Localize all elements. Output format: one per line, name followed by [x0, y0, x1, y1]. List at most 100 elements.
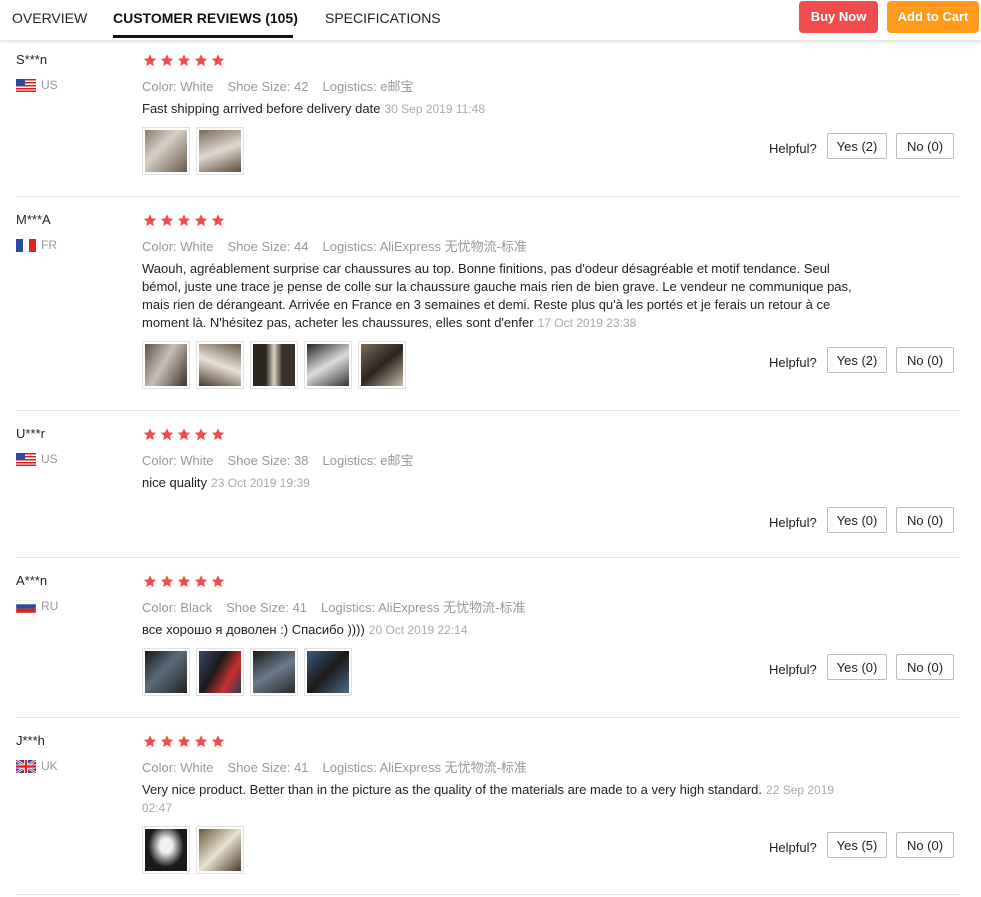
review-text: все хорошо я доволен :) Спасибо ))))	[142, 622, 365, 637]
country-code: US	[41, 452, 58, 466]
review-photo[interactable]	[142, 127, 190, 175]
active-tab-indicator	[113, 35, 293, 38]
star-icon	[143, 54, 157, 67]
tab-bar: OVERVIEW CUSTOMER REVIEWS (105) SPECIFIC…	[0, 0, 981, 40]
review-photo[interactable]	[196, 826, 244, 874]
helpful-yes-button[interactable]: Yes (0)	[827, 654, 887, 680]
review-date: 23 Oct 2019 19:39	[211, 476, 310, 490]
reviewer-country: UK	[16, 759, 58, 773]
helpful-no-button[interactable]: No (0)	[896, 654, 954, 680]
star-icon	[160, 214, 174, 227]
helpful-no-button[interactable]: No (0)	[896, 347, 954, 373]
star-icon	[177, 214, 191, 227]
review-photos	[142, 341, 406, 389]
reviewer-name: S***n	[16, 52, 48, 67]
star-rating	[142, 213, 226, 228]
review-size: Shoe Size: 41	[227, 760, 309, 775]
review-logistics: Logistics: e邮宝	[322, 453, 414, 468]
helpful-no-button[interactable]: No (0)	[896, 832, 954, 858]
reviewer-country: FR	[16, 238, 57, 252]
star-icon	[143, 214, 157, 227]
star-icon	[194, 214, 208, 227]
review-divider	[16, 410, 960, 411]
review-divider	[16, 894, 960, 895]
add-to-cart-button[interactable]: Add to Cart	[887, 1, 979, 33]
us-flag-icon	[16, 452, 36, 466]
review-photo[interactable]	[304, 648, 352, 696]
review-photo[interactable]	[196, 127, 244, 175]
review-text: Waouh, agréablement surprise car chaussu…	[142, 261, 852, 330]
helpful-label: Helpful?	[769, 515, 817, 530]
star-icon	[211, 575, 225, 588]
review-photo[interactable]	[142, 826, 190, 874]
review-meta: Color: White Shoe Size: 38 Logistics: e邮宝	[142, 450, 428, 469]
review-text-block: nice quality 23 Oct 2019 19:39	[142, 474, 862, 492]
star-icon	[143, 575, 157, 588]
tab-overview[interactable]: OVERVIEW	[12, 10, 87, 26]
review-logistics: Logistics: e邮宝	[322, 79, 414, 94]
helpful-no-button[interactable]: No (0)	[896, 133, 954, 159]
review-photo[interactable]	[304, 341, 352, 389]
review-size: Shoe Size: 38	[227, 453, 309, 468]
star-icon	[177, 575, 191, 588]
review-divider	[16, 557, 960, 558]
review-text: Fast shipping arrived before delivery da…	[142, 101, 381, 116]
fr-flag-icon	[16, 238, 36, 252]
review-meta: Color: White Shoe Size: 42 Logistics: e邮宝	[142, 76, 428, 95]
helpful-yes-button[interactable]: Yes (2)	[827, 133, 887, 159]
tab-customer-reviews[interactable]: CUSTOMER REVIEWS (105)	[113, 10, 298, 26]
review-color: Color: White	[142, 453, 214, 468]
review-photo[interactable]	[250, 648, 298, 696]
review-meta: Color: White Shoe Size: 44 Logistics: AliE…	[142, 236, 541, 255]
review-color: Color: White	[142, 239, 214, 254]
helpful-yes-button[interactable]: Yes (5)	[827, 832, 887, 858]
star-icon	[160, 54, 174, 67]
uk-flag-icon	[16, 759, 36, 773]
reviewer-country: US	[16, 452, 58, 466]
buy-now-button[interactable]: Buy Now	[799, 1, 878, 33]
review-text-block: Very nice product. Better than in the pi…	[142, 781, 842, 817]
helpful-yes-button[interactable]: Yes (0)	[827, 507, 887, 533]
star-icon	[211, 54, 225, 67]
review-date: 20 Oct 2019 22:14	[368, 623, 468, 637]
reviewer-name: M***A	[16, 212, 51, 227]
review-text: nice quality	[142, 475, 208, 490]
review-photo[interactable]	[196, 648, 244, 696]
reviewer-country: US	[16, 78, 58, 92]
star-icon	[211, 735, 225, 748]
review-color: Color: White	[142, 760, 214, 775]
review-photos	[142, 826, 244, 874]
reviewer-name: J***h	[16, 733, 45, 748]
star-rating	[142, 53, 226, 68]
review-photo[interactable]	[142, 341, 190, 389]
review-size: Shoe Size: 41	[226, 600, 308, 615]
helpful-yes-button[interactable]: Yes (2)	[827, 347, 887, 373]
helpful-no-button[interactable]: No (0)	[896, 507, 954, 533]
review-logistics: Logistics: AliExpress 无忧物流-标准	[322, 239, 527, 254]
review-color: Color: Black	[142, 600, 213, 615]
review-meta: Color: White Shoe Size: 41 Logistics: AliE…	[142, 757, 541, 776]
reviewer-country: RU	[16, 599, 58, 613]
tab-specifications[interactable]: SPECIFICATIONS	[325, 10, 441, 26]
star-icon	[194, 54, 208, 67]
review-photo[interactable]	[196, 341, 244, 389]
star-icon	[177, 54, 191, 67]
star-icon	[194, 735, 208, 748]
reviewer-name: U***r	[16, 426, 45, 441]
review-divider	[16, 196, 960, 197]
us-flag-icon	[16, 78, 36, 92]
review-photo[interactable]	[358, 341, 406, 389]
star-icon	[194, 575, 208, 588]
review-text: Very nice product. Better than in the pi…	[142, 782, 763, 797]
review-photo[interactable]	[250, 341, 298, 389]
star-icon	[194, 428, 208, 441]
review-logistics: Logistics: AliExpress 无忧物流-标准	[322, 760, 527, 775]
country-code: US	[41, 78, 58, 92]
helpful-label: Helpful?	[769, 840, 817, 855]
star-icon	[211, 428, 225, 441]
star-icon	[143, 428, 157, 441]
review-photos	[142, 127, 244, 175]
helpful-label: Helpful?	[769, 141, 817, 156]
review-text-block: Waouh, agréablement surprise car chaussu…	[142, 260, 862, 332]
review-photo[interactable]	[142, 648, 190, 696]
